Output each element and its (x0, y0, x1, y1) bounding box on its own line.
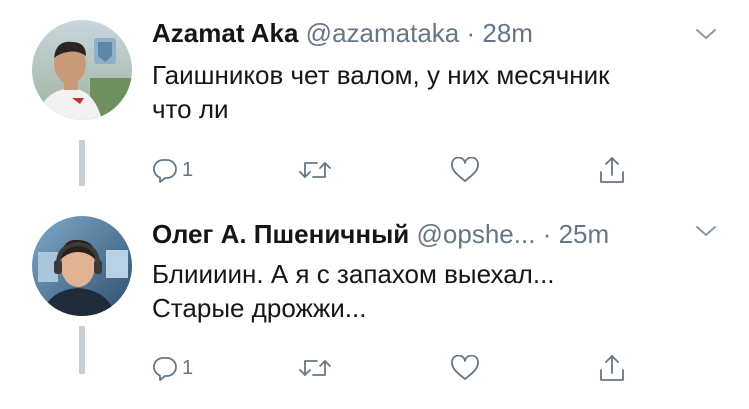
tweet-actions: 1 (152, 150, 652, 190)
chevron-down-icon[interactable] (695, 224, 717, 238)
reply-button[interactable]: 1 (152, 150, 193, 190)
separator-dot: · (466, 18, 476, 48)
tweet-text-line: Блиииин. А я с запахом выехал... (152, 259, 555, 289)
share-button[interactable] (598, 150, 626, 190)
avatar-photo (32, 20, 132, 120)
reply-icon (153, 159, 177, 183)
reply-button[interactable]: 1 (152, 348, 193, 388)
reply-count: 1 (182, 357, 194, 379)
tweet-header: Олег А. Пшеничный @opshe... · 25m (152, 217, 719, 251)
tweet-text-line: Старые дрожжи... (152, 293, 367, 323)
display-name[interactable]: Azamat Aka (152, 18, 298, 48)
tweet-header: Azamat Aka @azamataka · 28m (152, 16, 719, 50)
heart-icon (451, 355, 479, 380)
separator-dot: · (542, 219, 552, 249)
chevron-down-icon[interactable] (695, 27, 717, 41)
avatar-photo (32, 216, 132, 316)
heart-icon (451, 157, 479, 182)
like-button[interactable] (450, 348, 480, 388)
retweet-button[interactable] (298, 150, 332, 190)
timeline: Azamat Aka @azamataka · 28m Гаишников че… (0, 0, 749, 409)
tweet-actions: 1 (152, 348, 652, 388)
reply-count: 1 (182, 159, 194, 181)
tweet[interactable]: Azamat Aka @azamataka · 28m Гаишников че… (0, 0, 749, 200)
avatar[interactable] (32, 20, 132, 120)
timestamp[interactable]: 28m (482, 18, 533, 48)
retweet-icon (299, 360, 331, 376)
thread-line (79, 326, 85, 374)
share-icon (600, 157, 624, 183)
timestamp[interactable]: 25m (559, 219, 610, 249)
tweet[interactable]: Олег А. Пшеничный @opshe... · 25m Блииии… (0, 200, 749, 409)
share-button[interactable] (598, 348, 626, 388)
share-icon (600, 355, 624, 381)
tweet-text: Гаишников чет валом, у них месячник что … (152, 58, 712, 126)
retweet-button[interactable] (298, 348, 332, 388)
reply-icon (153, 357, 177, 381)
like-button[interactable] (450, 150, 480, 190)
user-handle[interactable]: @azamataka (306, 18, 460, 48)
tweet-text: Блиииин. А я с запахом выехал... Старые … (152, 257, 712, 325)
user-handle[interactable]: @opshe... (417, 219, 536, 249)
display-name[interactable]: Олег А. Пшеничный (152, 219, 409, 249)
retweet-icon (299, 162, 331, 178)
tweet-text-line: Гаишников чет валом, у них месячник (152, 60, 610, 90)
thread-line (79, 140, 85, 186)
tweet-text-line: что ли (152, 94, 229, 124)
avatar[interactable] (32, 216, 132, 316)
